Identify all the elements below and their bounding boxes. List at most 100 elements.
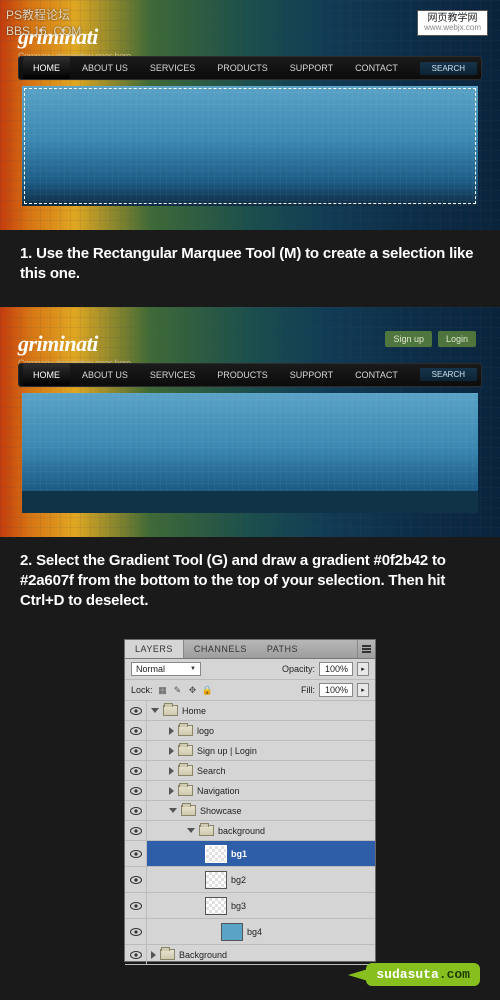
disclosure-triangle-icon[interactable]: [187, 828, 195, 833]
eye-icon: [130, 707, 142, 715]
visibility-toggle[interactable]: [125, 945, 147, 964]
group-navigation[interactable]: Navigation: [125, 781, 375, 801]
nav-about[interactable]: ABOUT US: [72, 57, 138, 79]
folder-icon: [178, 725, 193, 736]
lock-position-icon[interactable]: ✥: [187, 684, 199, 696]
site-mock-2: griminati Company description goes here …: [0, 307, 500, 537]
watermark-left: PS教程论坛 BBS.16 .COM: [6, 8, 81, 39]
folder-icon: [163, 705, 178, 716]
nav-products[interactable]: PRODUCTS: [207, 364, 278, 386]
nav-products[interactable]: PRODUCTS: [207, 57, 278, 79]
primary-nav: HOME ABOUT US SERVICES PRODUCTS SUPPORT …: [18, 363, 482, 387]
blend-mode-value: Normal: [136, 664, 165, 674]
folder-icon: [178, 745, 193, 756]
group-background-group[interactable]: background: [125, 821, 375, 841]
step-2-caption: 2. Select the Gradient Tool (G) and draw…: [0, 537, 500, 612]
group-search[interactable]: Search: [125, 761, 375, 781]
login-link[interactable]: Login: [438, 331, 476, 347]
nav-support[interactable]: SUPPORT: [280, 57, 343, 79]
tab-channels[interactable]: CHANNELS: [184, 640, 257, 658]
auth-links: Sign up Login: [385, 331, 476, 347]
nav-about[interactable]: ABOUT US: [72, 364, 138, 386]
brand-name: griminati: [18, 331, 98, 356]
visibility-toggle[interactable]: [125, 893, 147, 918]
opacity-flyout-button[interactable]: ▸: [357, 662, 369, 676]
eye-icon: [130, 902, 142, 910]
tutorial-step-1: griminati Company description goes here …: [0, 0, 500, 307]
brand-logo: griminati Company description goes here: [18, 331, 131, 368]
disclosure-triangle-icon[interactable]: [169, 767, 174, 775]
layer-thumbnail: [205, 871, 227, 889]
lock-pixels-icon[interactable]: ✎: [172, 684, 184, 696]
nav-contact[interactable]: CONTACT: [345, 57, 408, 79]
lock-transparent-icon[interactable]: ▦: [157, 684, 169, 696]
tab-paths[interactable]: PATHS: [257, 640, 308, 658]
disclosure-triangle-icon[interactable]: [169, 787, 174, 795]
opacity-label: Opacity:: [282, 664, 315, 674]
nav-search[interactable]: SEARCH: [420, 368, 477, 381]
nav-services[interactable]: SERVICES: [140, 57, 205, 79]
fill-flyout-button[interactable]: ▸: [357, 683, 369, 697]
disclosure-triangle-icon[interactable]: [151, 951, 156, 959]
group-showcase[interactable]: Showcase: [125, 801, 375, 821]
layer-bg3[interactable]: bg3: [125, 893, 375, 919]
group-logo[interactable]: logo: [125, 721, 375, 741]
marquee-selection: [24, 88, 476, 204]
footer-suffix: .com: [439, 967, 470, 982]
nav-services[interactable]: SERVICES: [140, 364, 205, 386]
layer-label: bg1: [231, 849, 247, 859]
disclosure-triangle-icon[interactable]: [169, 808, 177, 813]
lock-label: Lock:: [131, 685, 153, 695]
disclosure-triangle-icon[interactable]: [151, 708, 159, 713]
nav-contact[interactable]: CONTACT: [345, 364, 408, 386]
group-label: Background: [179, 950, 227, 960]
lock-all-icon[interactable]: 🔒: [202, 684, 214, 696]
group-label: Showcase: [200, 806, 242, 816]
group-home[interactable]: Home: [125, 701, 375, 721]
visibility-toggle[interactable]: [125, 867, 147, 892]
disclosure-triangle-icon[interactable]: [169, 747, 174, 755]
menu-icon: [362, 645, 371, 653]
opacity-value[interactable]: 100%: [319, 662, 353, 676]
chevron-down-icon: ▼: [190, 666, 196, 672]
panel-menu-button[interactable]: [357, 640, 375, 658]
nav-support[interactable]: SUPPORT: [280, 364, 343, 386]
layer-thumbnail: [205, 845, 227, 863]
primary-nav: HOME ABOUT US SERVICES PRODUCTS SUPPORT …: [18, 56, 482, 80]
layers-panel: LAYERS CHANNELS PATHS Normal ▼ Opacity: …: [124, 639, 376, 962]
group-label: Home: [182, 706, 206, 716]
nav-home[interactable]: HOME: [23, 57, 70, 79]
blend-mode-select[interactable]: Normal ▼: [131, 662, 201, 676]
group-background[interactable]: Background: [125, 945, 375, 965]
group-sign-login[interactable]: Sign up | Login: [125, 741, 375, 761]
visibility-toggle[interactable]: [125, 821, 147, 840]
showcase-area: [22, 86, 478, 206]
layer-thumbnail: [205, 897, 227, 915]
tab-layers[interactable]: LAYERS: [125, 640, 184, 658]
fill-value[interactable]: 100%: [319, 683, 353, 697]
visibility-toggle[interactable]: [125, 781, 147, 800]
layer-bg4[interactable]: bg4: [125, 919, 375, 945]
group-label: logo: [197, 726, 214, 736]
showcase-area: [22, 393, 478, 513]
group-label: background: [218, 826, 265, 836]
nav-home[interactable]: HOME: [23, 364, 70, 386]
group-label: Navigation: [197, 786, 240, 796]
blend-opacity-row: Normal ▼ Opacity: 100% ▸: [125, 659, 375, 680]
layers-panel-wrap: LAYERS CHANNELS PATHS Normal ▼ Opacity: …: [0, 639, 500, 988]
layer-bg1[interactable]: bg1: [125, 841, 375, 867]
visibility-toggle[interactable]: [125, 919, 147, 944]
visibility-toggle[interactable]: [125, 701, 147, 720]
visibility-toggle[interactable]: [125, 741, 147, 760]
layer-bg2[interactable]: bg2: [125, 867, 375, 893]
folder-icon: [178, 785, 193, 796]
visibility-toggle[interactable]: [125, 801, 147, 820]
nav-search[interactable]: SEARCH: [420, 62, 477, 75]
watermark-left-line2: BBS.16 .COM: [6, 24, 81, 40]
tutorial-step-2: griminati Company description goes here …: [0, 307, 500, 634]
signup-link[interactable]: Sign up: [385, 331, 432, 347]
visibility-toggle[interactable]: [125, 721, 147, 740]
visibility-toggle[interactable]: [125, 841, 147, 866]
disclosure-triangle-icon[interactable]: [169, 727, 174, 735]
visibility-toggle[interactable]: [125, 761, 147, 780]
